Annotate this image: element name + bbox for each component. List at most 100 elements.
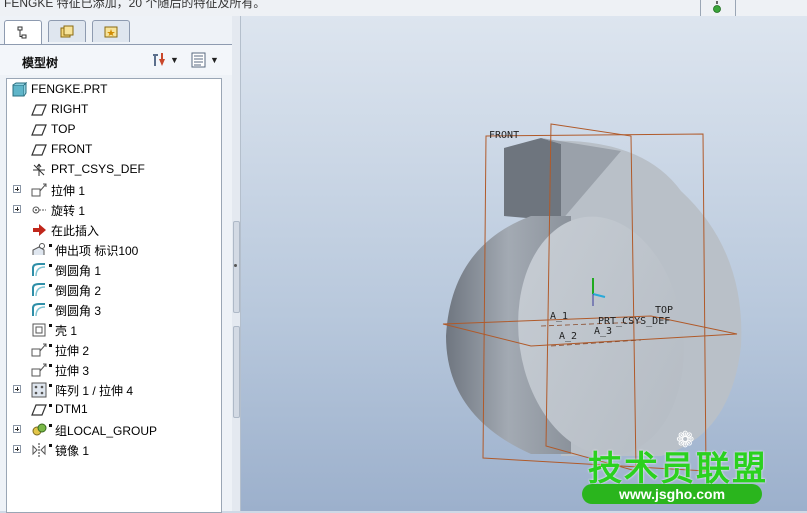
expand-toggle[interactable] — [13, 205, 21, 213]
tree-item[interactable]: 伸出项 标识100 — [7, 240, 219, 260]
model-tree: FENGKE.PRT RIGHT TOP FRONT PRT_CSYS_DEF 拉伸 1 旋… — [6, 78, 222, 513]
splitter-grip[interactable] — [233, 221, 240, 313]
extrude-icon — [31, 363, 47, 377]
tree-item[interactable]: DTM1 — [7, 400, 219, 420]
label-front: FRONT — [489, 130, 520, 141]
label-top: TOP — [655, 305, 674, 316]
tab-folder-browser[interactable] — [48, 20, 86, 42]
label-a2: A_2 — [559, 331, 578, 342]
status-divider — [700, 0, 701, 16]
tree-item-label: RIGHT — [51, 102, 89, 116]
extrude-icon — [31, 343, 47, 357]
favorites-icon — [104, 26, 118, 37]
pattern-icon — [31, 382, 47, 398]
tree-item-label: 组LOCAL_GROUP — [55, 424, 158, 438]
tree-item-label: 壳 1 — [55, 324, 78, 338]
tree-item[interactable]: 镜像 1 — [7, 440, 219, 460]
tree-item[interactable]: 拉伸 3 — [7, 360, 219, 380]
tree-item[interactable]: PRT_CSYS_DEF — [7, 160, 219, 180]
datum-plane-icon — [31, 144, 47, 156]
mirror-icon — [32, 443, 46, 457]
tree-item-label: 倒圆角 3 — [55, 304, 102, 318]
tree-item-label: 伸出项 标识100 — [55, 244, 139, 258]
tree-columns-button[interactable]: ▼ — [190, 50, 219, 70]
insert-here-icon — [33, 224, 46, 236]
navigator-panel: 模型树 ▼ ▼ FENGKE.PRT RIGHT TOP FRONT PRT_CSYS_… — [0, 16, 233, 513]
tree-settings-icon — [153, 53, 165, 66]
tree-settings-button[interactable]: ▼ — [150, 50, 179, 70]
tree-item[interactable]: FENGKE.PRT — [7, 80, 219, 100]
model-tree-header: 模型树 ▼ ▼ — [0, 44, 232, 75]
round-icon — [32, 283, 46, 297]
expand-toggle[interactable] — [13, 425, 21, 433]
protrusion-icon — [32, 243, 45, 255]
tree-item[interactable]: TOP — [7, 120, 219, 140]
datum-plane-icon — [31, 124, 47, 136]
chevron-down-icon: ▼ — [170, 55, 179, 65]
tree-columns-icon — [191, 52, 206, 68]
status-flag — [49, 304, 52, 307]
tree-item[interactable]: 壳 1 — [7, 320, 219, 340]
model-tree-icon — [17, 26, 27, 38]
tree-item-label: DTM1 — [55, 402, 88, 416]
tab-favorites[interactable] — [92, 20, 130, 42]
status-flag — [49, 284, 52, 287]
tree-item[interactable]: RIGHT — [7, 100, 219, 120]
tree-item[interactable]: 倒圆角 1 — [7, 260, 219, 280]
expand-toggle[interactable] — [13, 385, 21, 393]
tree-item-label: 在此插入 — [51, 224, 100, 238]
watermark-url: www.jsgho.com — [582, 484, 762, 504]
label-a3: A_3 — [594, 326, 613, 337]
panel-title: 模型树 — [22, 56, 59, 70]
tab-model-tree[interactable] — [4, 20, 42, 44]
part-icon — [12, 82, 27, 97]
tree-item-label: 阵列 1 / 拉伸 4 — [55, 384, 134, 398]
expand-toggle[interactable] — [13, 445, 21, 453]
watermark-title: 技术员联盟 — [588, 450, 768, 488]
tree-item[interactable]: FRONT — [7, 140, 219, 160]
tree-item-label: FRONT — [51, 142, 93, 156]
csys-icon — [33, 163, 45, 176]
navigator-tabs — [4, 20, 232, 44]
datum-plane-icon — [31, 404, 47, 416]
tree-item-label: 镜像 1 — [55, 444, 90, 458]
chevron-down-icon: ▼ — [210, 55, 219, 65]
tree-item-label: 倒圆角 2 — [55, 284, 102, 298]
splitter-grip-lower[interactable] — [233, 326, 240, 418]
tree-item-label: 拉伸 1 — [51, 184, 86, 198]
tree-item-label: 倒圆角 1 — [55, 264, 102, 278]
folder-browser-icon — [60, 25, 74, 37]
revolve-icon — [32, 206, 46, 214]
tree-item-label: PRT_CSYS_DEF — [51, 162, 145, 176]
status-flag — [49, 444, 52, 447]
tree-item[interactable]: 倒圆角 2 — [7, 280, 219, 300]
group-icon — [32, 423, 47, 436]
tree-item[interactable]: 阵列 1 / 拉伸 4 — [7, 380, 219, 400]
tree-item-label: FENGKE.PRT — [31, 82, 108, 96]
round-icon — [32, 303, 46, 317]
graphics-viewport[interactable]: FRONT TOP PRT_CSYS_DEF A_1 A_2 A_3 — [241, 16, 807, 511]
tree-item[interactable]: 拉伸 2 — [7, 340, 219, 360]
tree-item-label: TOP — [51, 122, 76, 136]
panel-splitter[interactable] — [232, 16, 241, 511]
expand-toggle[interactable] — [13, 185, 21, 193]
tree-item[interactable]: 倒圆角 3 — [7, 300, 219, 320]
tree-item-label: 拉伸 3 — [55, 364, 90, 378]
boss-block — [504, 138, 561, 221]
message-text: FENGKE 特征已添加，20 个随后的特征及所有。 — [4, 0, 266, 10]
status-divider-2 — [735, 0, 736, 16]
splitter-dot — [234, 264, 237, 267]
status-light-icon — [713, 1, 721, 13]
status-flag — [49, 424, 52, 427]
status-flag — [49, 344, 52, 347]
status-flag — [49, 264, 52, 267]
status-flag — [49, 404, 52, 407]
tree-item[interactable]: 旋转 1 — [7, 200, 219, 220]
extrude-icon — [31, 183, 47, 197]
datum-plane-icon — [31, 104, 47, 116]
tree-item[interactable]: 组LOCAL_GROUP — [7, 420, 219, 440]
tree-item[interactable]: 在此插入 — [7, 220, 219, 240]
tree-item-label: 拉伸 2 — [55, 344, 90, 358]
tree-item[interactable]: 拉伸 1 — [7, 180, 219, 200]
label-a1: A_1 — [550, 311, 569, 322]
